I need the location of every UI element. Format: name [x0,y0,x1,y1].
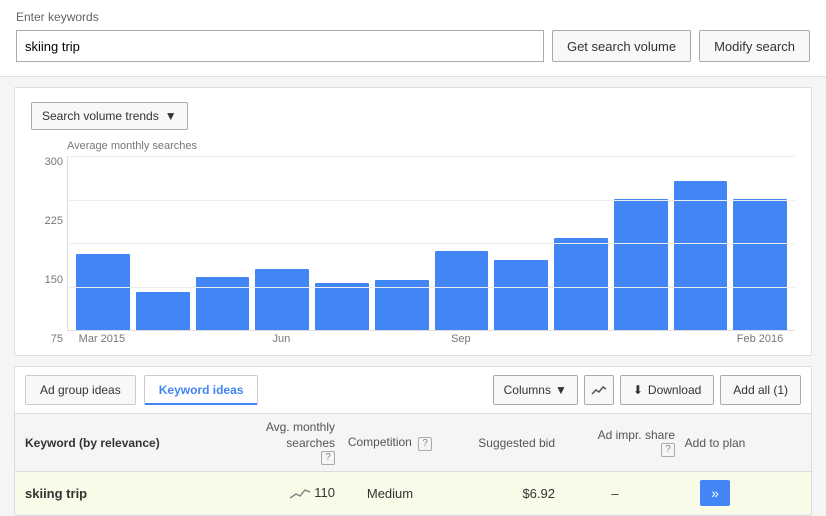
bar-col-5 [375,280,429,330]
ad-impr-value: – [611,486,618,501]
chevron-down-icon: ▼ [165,109,177,123]
trend-chart-icon-button[interactable] [584,375,614,405]
toolbar-right: Columns ▼ ⬇ Download Add all (1) [493,375,801,405]
x-labels: Mar 2015 Jun Sep Feb 2016 [67,333,795,345]
bar-6 [435,251,489,330]
bar-7 [494,260,548,330]
chart-section: Search volume trends ▼ Average monthly s… [14,87,812,356]
x-label-11: Feb 2016 [733,333,787,345]
avg-monthly-label: Average monthly searches [67,140,795,152]
bar-10 [674,181,728,330]
bar-2 [196,277,250,330]
keyword-input[interactable] [16,30,544,62]
y-tick-75: 75 [51,333,63,345]
bar-9 [614,199,668,330]
competition-help-icon[interactable]: ? [418,437,432,451]
col-competition-header: Competition ? [335,435,445,451]
bar-col-11 [733,199,787,330]
col-bid-header: Suggested bid [445,436,555,450]
ad-impr-cell: – [555,486,675,501]
columns-label: Columns [504,383,551,397]
bar-col-6 [435,251,489,330]
avg-monthly-cell: 110 [225,485,335,502]
download-icon: ⬇ [633,383,643,397]
ad-impr-help-icon[interactable]: ? [661,443,675,457]
columns-button[interactable]: Columns ▼ [493,375,578,405]
avg-monthly-value: 110 [314,485,335,500]
bar-col-10 [674,181,728,330]
bar-1 [136,292,190,330]
bar-11 [733,199,787,330]
bar-col-4 [315,283,369,330]
bar-col-7 [494,260,548,330]
search-volume-trends-button[interactable]: Search volume trends ▼ [31,102,188,130]
grid-line-top [68,156,795,157]
x-label-9 [613,333,667,345]
col-plan-header: Add to plan [675,436,755,450]
y-tick-225: 225 [45,215,63,227]
x-label-8 [554,333,608,345]
competition-value: Medium [367,486,413,501]
add-to-plan-cell: » [675,480,755,506]
line-chart-icon [591,384,607,396]
x-label-7 [494,333,548,345]
chart-container: 300 225 150 75 Mar 2015JunSepFeb 2016 [67,156,795,345]
ad-group-ideas-tab[interactable]: Ad group ideas [25,375,136,405]
modify-search-button[interactable]: Modify search [699,30,810,62]
col-impr-header: Ad impr. share ? [555,428,675,458]
col-keyword-header: Keyword (by relevance) [25,436,225,450]
bar-col-0 [76,254,130,330]
keyword-value: skiing trip [25,486,87,501]
download-button[interactable]: ⬇ Download [620,375,714,405]
avg-monthly-help-icon[interactable]: ? [321,451,335,465]
mini-trend-icon [289,485,311,501]
col-avg-header: Avg. monthly searches ? [225,420,335,465]
y-axis: 300 225 150 75 [31,156,67,345]
get-search-volume-button[interactable]: Get search volume [552,30,691,62]
add-to-plan-button[interactable]: » [700,480,730,506]
x-label-3: Jun [254,333,308,345]
table-row: skiing trip 110 Medium $6.92 – » [15,472,811,515]
bottom-section: Ad group ideas Keyword ideas Columns ▼ ⬇… [14,366,812,516]
chart-bars [67,156,795,331]
bid-value: $6.92 [522,486,555,501]
x-label-0: Mar 2015 [75,333,129,345]
chart-dropdown-label: Search volume trends [42,109,159,123]
y-tick-150: 150 [45,274,63,286]
bar-col-2 [196,277,250,330]
chevron-down-icon: ▼ [555,383,567,397]
x-label-2 [195,333,249,345]
x-label-5 [374,333,428,345]
x-label-10 [673,333,727,345]
keyword-input-row: Get search volume Modify search [16,30,810,62]
bar-5 [375,280,429,330]
bar-col-1 [136,292,190,330]
x-label-1 [135,333,189,345]
x-label-6: Sep [434,333,488,345]
bar-col-3 [255,269,309,330]
table-header: Keyword (by relevance) Avg. monthly sear… [15,414,811,472]
suggested-bid-cell: $6.92 [445,486,555,501]
bar-0 [76,254,130,330]
add-all-button[interactable]: Add all (1) [720,375,801,405]
bar-4 [315,283,369,330]
tabs-toolbar: Ad group ideas Keyword ideas Columns ▼ ⬇… [15,367,811,414]
enter-keywords-label: Enter keywords [16,10,810,24]
bar-col-9 [614,199,668,330]
bar-col-8 [554,238,608,330]
x-label-4 [314,333,368,345]
y-tick-300: 300 [45,156,63,168]
bar-8 [554,238,608,330]
bar-3 [255,269,309,330]
keyword-ideas-tab[interactable]: Keyword ideas [144,375,259,405]
header-section: Enter keywords Get search volume Modify … [0,0,826,77]
download-label: Download [648,383,701,397]
keyword-cell: skiing trip [25,486,225,501]
competition-cell: Medium [335,486,445,501]
